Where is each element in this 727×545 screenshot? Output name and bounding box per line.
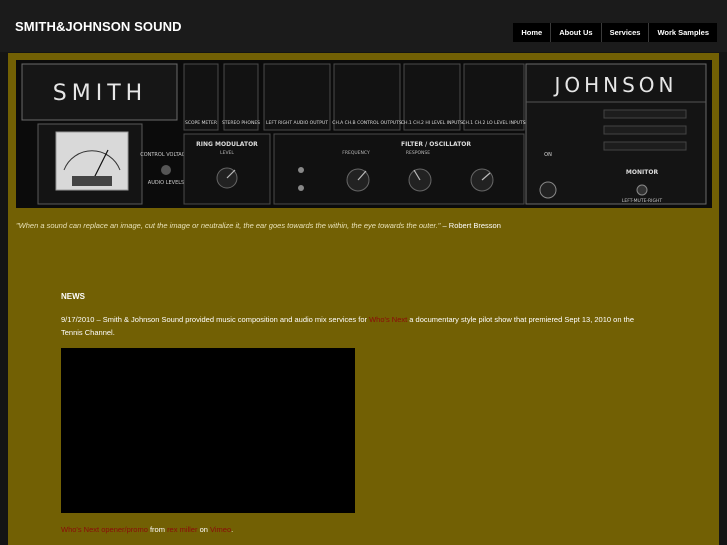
audio-output-label: LEFT RIGHT AUDIO OUTPUT xyxy=(266,120,328,126)
quote: "When a sound can replace an image, cut … xyxy=(16,221,501,230)
frequency-label: FREQUENCY xyxy=(342,150,370,156)
lo-level-inputs-label: CH.1 CH.2 LO LEVEL INPUTS xyxy=(462,120,525,126)
response-label: RESPONSE xyxy=(406,150,430,156)
main-nav: Home About Us Services Work Samples xyxy=(513,23,717,42)
nav-home[interactable]: Home xyxy=(513,23,550,42)
audio-levels-label: AUDIO LEVELS xyxy=(148,180,184,186)
video-title-link[interactable]: Who's Next opener/promo xyxy=(61,525,148,534)
control-outputs-label: CH.A CH.B CONTROL OUTPUTS xyxy=(332,120,402,126)
left-mute-right-label: LEFT-MUTE-RIGHT xyxy=(622,198,663,204)
nav-work-samples[interactable]: Work Samples xyxy=(648,23,717,42)
hi-level-inputs-label: CH.1 CH.2 HI LEVEL INPUTS xyxy=(401,120,463,126)
main-content: SMITH CONTROL VOLTAGES AUDIO LEVELS SCOP… xyxy=(8,53,719,545)
monitor-label: MONITOR xyxy=(626,169,659,176)
author-link[interactable]: rex miller xyxy=(167,525,197,534)
video-caption: Who's Next opener/promo from rex miller … xyxy=(61,525,233,534)
brand-left-text: SMITH xyxy=(53,81,147,106)
whos-next-link[interactable]: Who's Next xyxy=(369,315,407,324)
ring-modulator-label: RING MODULATOR xyxy=(196,141,258,148)
caption-on: on xyxy=(197,525,210,534)
vimeo-link[interactable]: Vimeo xyxy=(210,525,231,534)
site-title[interactable]: SMITH&JOHNSON SOUND xyxy=(15,19,182,34)
news-heading: NEWS xyxy=(61,292,85,301)
quote-text: "When a sound can replace an image, cut … xyxy=(16,221,441,230)
nav-services[interactable]: Services xyxy=(600,23,649,42)
caption-from: from xyxy=(147,525,168,534)
nav-about-us[interactable]: About Us xyxy=(550,23,600,42)
filter-oscillator-label: FILTER / OSCILLATOR xyxy=(401,141,471,148)
level-label: LEVEL xyxy=(220,150,234,156)
scope-meter-label: SCOPE METER xyxy=(185,120,217,126)
video-player[interactable] xyxy=(61,348,355,513)
brand-right-text: JOHNSON xyxy=(552,73,677,97)
site-header: SMITH&JOHNSON SOUND Home About Us Servic… xyxy=(0,0,727,52)
quote-author: – Robert Bresson xyxy=(440,221,501,230)
news-text-before: 9/17/2010 – Smith & Johnson Sound provid… xyxy=(61,315,370,324)
caption-end: . xyxy=(231,525,234,534)
stereo-phones-label: STEREO PHONES xyxy=(222,120,260,126)
on-label: ON xyxy=(544,152,552,158)
synth-panel-illustration: SMITH CONTROL VOLTAGES AUDIO LEVELS SCOP… xyxy=(16,60,712,208)
header-banner-image: SMITH CONTROL VOLTAGES AUDIO LEVELS SCOP… xyxy=(16,60,712,208)
news-item: 9/17/2010 – Smith & Johnson Sound provid… xyxy=(61,314,636,339)
